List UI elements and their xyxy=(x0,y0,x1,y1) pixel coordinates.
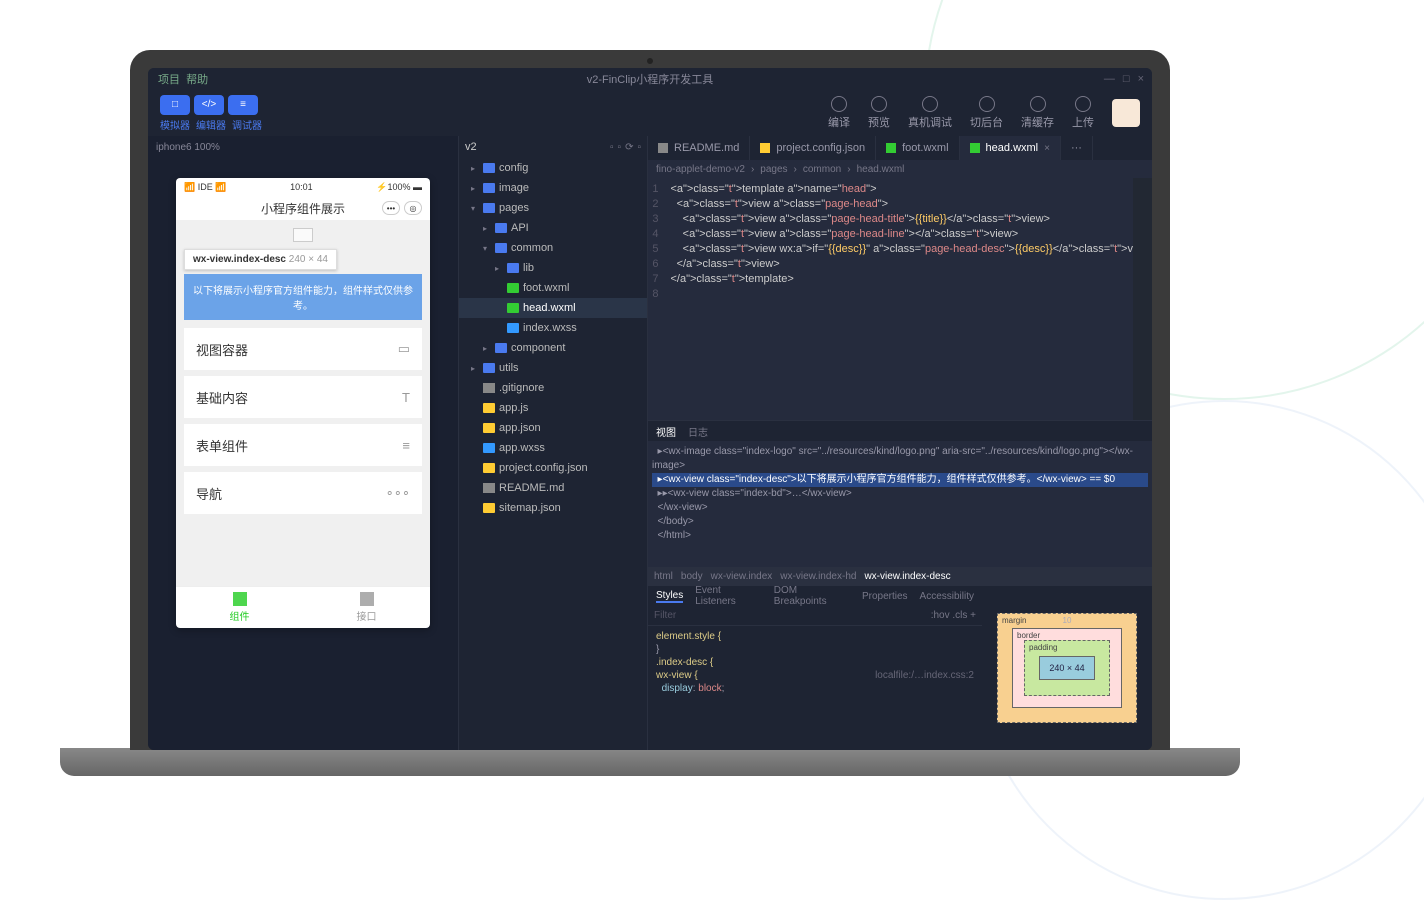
status-battery: ⚡100% ▬ xyxy=(376,182,422,193)
debugger-pill[interactable]: ≡ xyxy=(228,95,258,115)
tree-node[interactable]: project.config.json xyxy=(459,458,647,478)
debugger-label: 调试器 xyxy=(232,117,262,132)
phone-tab[interactable]: 组件 xyxy=(176,587,303,628)
toolbar-switch[interactable]: 切后台 xyxy=(970,96,1003,130)
devtools-crumb[interactable]: wx-view.index xyxy=(711,571,773,582)
menu-help[interactable]: 帮助 xyxy=(186,71,208,87)
editor-pane: README.mdproject.config.jsonfoot.wxmlhea… xyxy=(648,136,1152,750)
toolbar-compile[interactable]: 编译 xyxy=(828,96,850,130)
devtools: 视图 日志 ▸<wx-image class="index-logo" src=… xyxy=(648,420,1152,750)
selected-element[interactable]: 以下将展示小程序官方组件能力，组件样式仅供参考。 xyxy=(184,274,422,320)
list-item[interactable]: 导航∘∘∘ xyxy=(184,472,422,514)
window-title: v2-FinClip小程序开发工具 xyxy=(587,71,714,87)
toolbar-clear[interactable]: 清缓存 xyxy=(1021,96,1054,130)
styles-tab[interactable]: Properties xyxy=(862,591,908,602)
avatar[interactable] xyxy=(1112,99,1140,127)
tree-node[interactable]: ▸lib xyxy=(459,258,647,278)
filter-input[interactable]: Filter xyxy=(654,610,676,621)
tabs-more[interactable]: ··· xyxy=(1061,136,1093,160)
tree-node[interactable]: README.md xyxy=(459,478,647,498)
file-explorer: v2 ▫ ▫ ⟳ ▫ ▸config▸image▾pages▸API▾commo… xyxy=(458,136,648,750)
styles-tab[interactable]: Accessibility xyxy=(920,591,974,602)
list-item[interactable]: 视图容器▭ xyxy=(184,328,422,370)
list-item[interactable]: 基础内容T xyxy=(184,376,422,418)
devtools-crumb[interactable]: wx-view.index-hd xyxy=(780,571,856,582)
editor-tab[interactable]: foot.wxml xyxy=(876,136,959,160)
refresh-icon[interactable]: ⟳ xyxy=(625,142,633,153)
filter-actions[interactable]: :hov .cls + xyxy=(931,610,976,621)
maximize-icon[interactable]: □ xyxy=(1123,73,1130,85)
breadcrumb[interactable]: common xyxy=(803,164,841,175)
devtools-crumb[interactable]: body xyxy=(681,571,703,582)
laptop-mockup: 项目 帮助 v2-FinClip小程序开发工具 — □ × □ </> ≡ 模拟… xyxy=(60,50,1240,810)
styles-panel[interactable]: element.style {}.index-desc {</span></di… xyxy=(648,626,982,750)
simulator-pill[interactable]: □ xyxy=(160,95,190,115)
tree-node[interactable]: app.wxss xyxy=(459,438,647,458)
editor-pill[interactable]: </> xyxy=(194,95,224,115)
styles-tab[interactable]: Event Listeners xyxy=(695,585,762,607)
code-area[interactable]: <a">class="t">template a">name="head"> <… xyxy=(666,178,1133,420)
toolbar-remote[interactable]: 真机调试 xyxy=(908,96,952,130)
editor-tab[interactable]: head.wxml× xyxy=(960,136,1061,160)
tree-node[interactable]: ▸config xyxy=(459,158,647,178)
elements-panel[interactable]: ▸<wx-image class="index-logo" src="../re… xyxy=(648,441,1152,567)
tree-node[interactable]: sitemap.json xyxy=(459,498,647,518)
toolbar-upload[interactable]: 上传 xyxy=(1072,96,1094,130)
simulator-pane: iphone6 100% 📶 IDE 📶 10:01 ⚡100% ▬ 小程序组件… xyxy=(148,136,458,750)
explorer-root: v2 xyxy=(465,141,477,153)
tree-node[interactable]: ▸image xyxy=(459,178,647,198)
list-item[interactable]: 表单组件≡ xyxy=(184,424,422,466)
breadcrumb[interactable]: fino-applet-demo-v2 xyxy=(656,164,745,175)
status-time: 10:01 xyxy=(290,182,313,192)
app-title: 小程序组件展示 xyxy=(261,200,345,217)
phone-preview: 📶 IDE 📶 10:01 ⚡100% ▬ 小程序组件展示 ••• ◎ wx-v… xyxy=(176,178,430,628)
tree-node[interactable]: app.json xyxy=(459,418,647,438)
editor-label: 编辑器 xyxy=(196,117,226,132)
collapse-icon[interactable]: ▫ xyxy=(637,142,641,153)
toolbar: □ </> ≡ 模拟器 编辑器 调试器 编译预览真机调试切后台清缓存上传 xyxy=(148,90,1152,136)
editor-tab[interactable]: project.config.json xyxy=(750,136,876,160)
tree-node[interactable]: .gitignore xyxy=(459,378,647,398)
breadcrumb[interactable]: pages xyxy=(760,164,787,175)
menu-project[interactable]: 项目 xyxy=(158,71,180,87)
box-model: margin 10 border padding 240 × 44 xyxy=(982,586,1152,750)
inspect-tooltip: wx-view.index-desc 240 × 44 xyxy=(184,249,337,270)
minimize-icon[interactable]: — xyxy=(1104,73,1115,85)
device-label: iphone6 100% xyxy=(156,142,220,153)
menubar: 项目 帮助 v2-FinClip小程序开发工具 — □ × xyxy=(148,68,1152,90)
tree-node[interactable]: ▾pages xyxy=(459,198,647,218)
simulator-label: 模拟器 xyxy=(160,117,190,132)
toolbar-preview[interactable]: 预览 xyxy=(868,96,890,130)
devtools-tab-log[interactable]: 日志 xyxy=(688,424,708,439)
devtools-tab-view[interactable]: 视图 xyxy=(656,424,676,439)
phone-tab[interactable]: 接口 xyxy=(303,587,430,628)
breadcrumb[interactable]: head.wxml xyxy=(857,164,905,175)
status-carrier: 📶 IDE 📶 xyxy=(184,182,226,193)
capsule-menu-icon[interactable]: ••• xyxy=(382,201,400,215)
tree-node[interactable]: index.wxss xyxy=(459,318,647,338)
tree-node[interactable]: ▸API xyxy=(459,218,647,238)
tree-node[interactable]: ▸utils xyxy=(459,358,647,378)
close-icon[interactable]: × xyxy=(1138,73,1144,85)
capsule-close-icon[interactable]: ◎ xyxy=(404,201,422,215)
new-folder-icon[interactable]: ▫ xyxy=(618,142,622,153)
tree-node[interactable]: ▸component xyxy=(459,338,647,358)
tree-node[interactable]: foot.wxml xyxy=(459,278,647,298)
tree-node[interactable]: head.wxml xyxy=(459,298,647,318)
tree-node[interactable]: ▾common xyxy=(459,238,647,258)
devtools-crumb[interactable]: html xyxy=(654,571,673,582)
editor-tab[interactable]: README.md xyxy=(648,136,750,160)
new-file-icon[interactable]: ▫ xyxy=(610,142,614,153)
styles-tab[interactable]: Styles xyxy=(656,590,683,603)
styles-tab[interactable]: DOM Breakpoints xyxy=(774,585,850,607)
devtools-crumb[interactable]: wx-view.index-desc xyxy=(864,571,950,582)
tree-node[interactable]: app.js xyxy=(459,398,647,418)
minimap[interactable] xyxy=(1133,178,1152,420)
